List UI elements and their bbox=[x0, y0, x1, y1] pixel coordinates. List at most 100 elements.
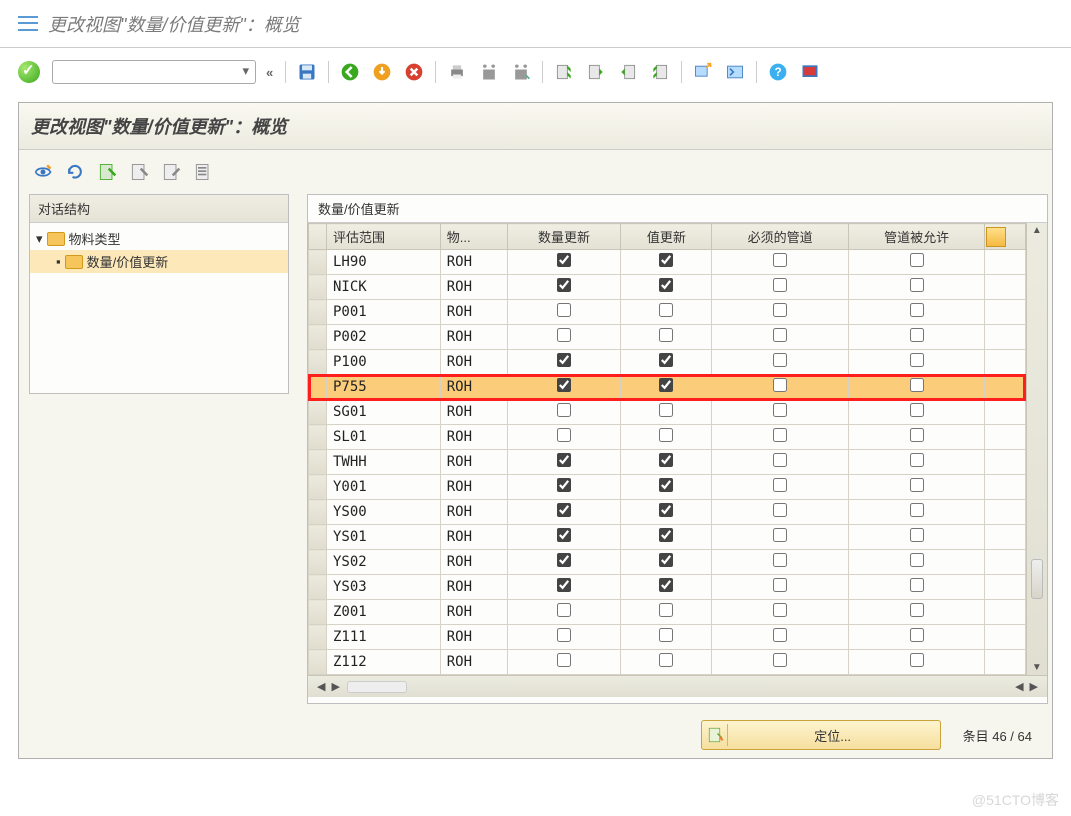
checkbox[interactable] bbox=[659, 328, 673, 342]
prev-page-button[interactable] bbox=[583, 59, 609, 85]
cell-pipe-required[interactable] bbox=[712, 275, 848, 300]
cell-material-type[interactable]: ROH bbox=[440, 375, 507, 400]
select-all-button[interactable] bbox=[95, 160, 119, 184]
cell-material-type[interactable]: ROH bbox=[440, 425, 507, 450]
checkbox[interactable] bbox=[910, 628, 924, 642]
cell-material-type[interactable]: ROH bbox=[440, 325, 507, 350]
row-handle[interactable] bbox=[309, 375, 327, 400]
cell-value-update[interactable] bbox=[621, 475, 712, 500]
cell-value-update[interactable] bbox=[621, 525, 712, 550]
table-row[interactable]: SL01ROH bbox=[309, 425, 1026, 450]
cell-pipe-required[interactable] bbox=[712, 575, 848, 600]
scroll-right-icon[interactable]: ▶ bbox=[328, 680, 342, 693]
next-page-button[interactable] bbox=[615, 59, 641, 85]
checkbox[interactable] bbox=[659, 603, 673, 617]
cell-pipe-required[interactable] bbox=[712, 650, 848, 675]
cell-material-type[interactable]: ROH bbox=[440, 275, 507, 300]
print-button[interactable] bbox=[444, 59, 470, 85]
select-block-button[interactable] bbox=[127, 160, 151, 184]
cell-qty-update[interactable] bbox=[507, 575, 621, 600]
scroll-right-end-icon[interactable]: ▶ bbox=[1027, 680, 1041, 693]
cell-material-type[interactable]: ROH bbox=[440, 400, 507, 425]
cell-material-type[interactable]: ROH bbox=[440, 475, 507, 500]
expand-icon[interactable]: ▾ bbox=[36, 231, 43, 247]
cell-qty-update[interactable] bbox=[507, 550, 621, 575]
vertical-scrollbar[interactable]: ▲ ▼ bbox=[1026, 223, 1047, 675]
checkbox[interactable] bbox=[659, 428, 673, 442]
cell-valuation-area[interactable]: P001 bbox=[327, 300, 441, 325]
table-row[interactable]: YS00ROH bbox=[309, 500, 1026, 525]
cell-value-update[interactable] bbox=[621, 500, 712, 525]
row-handle[interactable] bbox=[309, 325, 327, 350]
col-valuation-area[interactable]: 评估范围 bbox=[327, 224, 441, 250]
cell-pipe-allowed[interactable] bbox=[848, 650, 984, 675]
cell-pipe-allowed[interactable] bbox=[848, 325, 984, 350]
table-row[interactable]: Z001ROH bbox=[309, 600, 1026, 625]
checkbox[interactable] bbox=[557, 453, 571, 467]
checkbox[interactable] bbox=[557, 503, 571, 517]
cell-material-type[interactable]: ROH bbox=[440, 500, 507, 525]
layout-button[interactable] bbox=[797, 59, 823, 85]
scroll-down-icon[interactable]: ▼ bbox=[1032, 662, 1042, 673]
table-row[interactable]: Z112ROH bbox=[309, 650, 1026, 675]
checkbox[interactable] bbox=[773, 253, 787, 267]
cell-valuation-area[interactable]: SG01 bbox=[327, 400, 441, 425]
cell-pipe-allowed[interactable] bbox=[848, 625, 984, 650]
back-button[interactable] bbox=[337, 59, 363, 85]
checkbox[interactable] bbox=[910, 653, 924, 667]
checkbox[interactable] bbox=[773, 453, 787, 467]
position-button[interactable]: 定位... bbox=[701, 720, 941, 750]
cell-material-type[interactable]: ROH bbox=[440, 350, 507, 375]
cell-value-update[interactable] bbox=[621, 250, 712, 275]
row-handle[interactable] bbox=[309, 625, 327, 650]
first-page-button[interactable] bbox=[551, 59, 577, 85]
cell-value-update[interactable] bbox=[621, 350, 712, 375]
row-handle[interactable] bbox=[309, 425, 327, 450]
cell-pipe-allowed[interactable] bbox=[848, 475, 984, 500]
checkbox[interactable] bbox=[773, 428, 787, 442]
checkbox[interactable] bbox=[659, 478, 673, 492]
cell-pipe-required[interactable] bbox=[712, 500, 848, 525]
checkbox[interactable] bbox=[773, 353, 787, 367]
table-row[interactable]: Y001ROH bbox=[309, 475, 1026, 500]
cell-qty-update[interactable] bbox=[507, 375, 621, 400]
checkbox[interactable] bbox=[557, 353, 571, 367]
scroll-left-icon[interactable]: ◀ bbox=[314, 680, 328, 693]
cancel-button[interactable] bbox=[401, 59, 427, 85]
checkbox[interactable] bbox=[659, 453, 673, 467]
table-row[interactable]: P002ROH bbox=[309, 325, 1026, 350]
col-pipe-required[interactable]: 必须的管道 bbox=[712, 224, 848, 250]
cell-pipe-allowed[interactable] bbox=[848, 525, 984, 550]
cell-qty-update[interactable] bbox=[507, 325, 621, 350]
checkbox[interactable] bbox=[910, 278, 924, 292]
cell-pipe-required[interactable] bbox=[712, 250, 848, 275]
row-handle[interactable] bbox=[309, 475, 327, 500]
cell-valuation-area[interactable]: P100 bbox=[327, 350, 441, 375]
checkbox[interactable] bbox=[659, 503, 673, 517]
checkbox[interactable] bbox=[557, 428, 571, 442]
cell-value-update[interactable] bbox=[621, 625, 712, 650]
checkbox[interactable] bbox=[659, 578, 673, 592]
cell-pipe-allowed[interactable] bbox=[848, 600, 984, 625]
checkbox[interactable] bbox=[557, 553, 571, 567]
cell-pipe-allowed[interactable] bbox=[848, 250, 984, 275]
cell-pipe-required[interactable] bbox=[712, 350, 848, 375]
cell-pipe-allowed[interactable] bbox=[848, 275, 984, 300]
cell-pipe-required[interactable] bbox=[712, 375, 848, 400]
checkbox[interactable] bbox=[773, 403, 787, 417]
col-value-update[interactable]: 值更新 bbox=[621, 224, 712, 250]
row-handle[interactable] bbox=[309, 500, 327, 525]
checkbox[interactable] bbox=[910, 528, 924, 542]
checkbox[interactable] bbox=[910, 553, 924, 567]
checkbox[interactable] bbox=[773, 303, 787, 317]
cell-pipe-required[interactable] bbox=[712, 625, 848, 650]
scroll-thumb[interactable] bbox=[1031, 559, 1043, 599]
checkbox[interactable] bbox=[659, 278, 673, 292]
checkbox[interactable] bbox=[910, 253, 924, 267]
horizontal-scrollbar[interactable]: ◀ ▶ ◀ ▶ bbox=[308, 675, 1047, 697]
cell-valuation-area[interactable]: YS03 bbox=[327, 575, 441, 600]
cell-qty-update[interactable] bbox=[507, 625, 621, 650]
cell-material-type[interactable]: ROH bbox=[440, 625, 507, 650]
cell-value-update[interactable] bbox=[621, 600, 712, 625]
cell-valuation-area[interactable]: Z111 bbox=[327, 625, 441, 650]
